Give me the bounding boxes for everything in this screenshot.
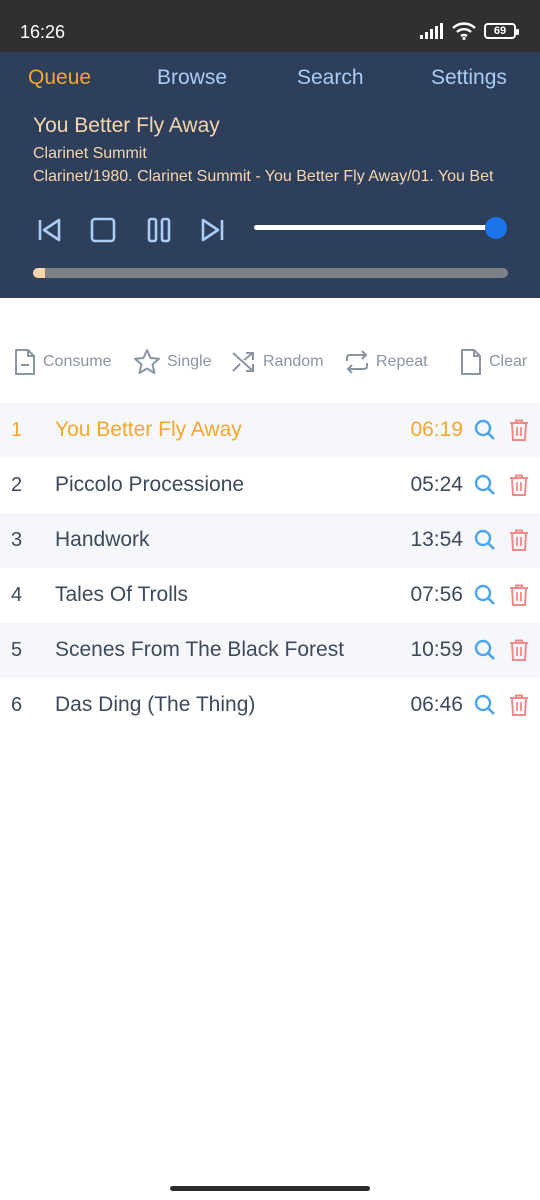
pause-icon	[147, 217, 171, 243]
track-title: Handwork	[55, 528, 150, 551]
pause-button[interactable]	[144, 215, 174, 245]
stop-icon	[90, 217, 116, 243]
tab-queue[interactable]: Queue	[28, 66, 91, 90]
repeat-label: Repeat	[376, 353, 428, 370]
track-title: Piccolo Processione	[55, 473, 245, 496]
skip-next-icon	[201, 218, 224, 242]
trash-icon[interactable]	[509, 639, 529, 661]
home-indicator[interactable]	[170, 1186, 370, 1191]
trash-icon[interactable]	[509, 419, 529, 441]
shuffle-icon	[232, 352, 254, 372]
track-duration: 10:59	[410, 638, 463, 661]
queue-row[interactable]: 5 Scenes From The Black Forest 10:59	[0, 623, 540, 678]
document-icon	[461, 349, 481, 375]
queue-row[interactable]: 3 Handwork 13:54	[0, 513, 540, 568]
top-nav: Queue Browse Search Settings	[0, 66, 540, 96]
track-title: Tales Of Trolls	[55, 583, 189, 606]
queue-row[interactable]: 1 You Better Fly Away 06:19	[0, 403, 540, 458]
search-icon[interactable]	[474, 474, 496, 496]
wifi-icon	[452, 22, 476, 40]
repeat-icon	[346, 350, 368, 374]
playback-progress-fill	[33, 268, 45, 278]
playback-progress-bar[interactable]	[33, 268, 508, 278]
signal-icon	[420, 23, 443, 39]
random-label: Random	[263, 353, 324, 370]
queue-list: 1 You Better Fly Away 06:19 2 Piccolo Pr…	[0, 403, 540, 733]
tab-browse[interactable]: Browse	[157, 66, 227, 90]
consume-label: Consume	[43, 353, 112, 370]
clear-label: Clear	[489, 353, 528, 370]
track-number: 2	[11, 474, 23, 496]
track-duration: 05:24	[410, 473, 463, 496]
queue-row[interactable]: 4 Tales Of Trolls 07:56	[0, 568, 540, 623]
now-playing-artist: Clarinet Summit	[33, 145, 147, 162]
battery-icon: 69	[484, 23, 519, 39]
skip-previous-icon	[38, 218, 61, 242]
track-title: Scenes From The Black Forest	[55, 638, 345, 661]
document-minus-icon	[15, 349, 35, 375]
search-icon[interactable]	[474, 694, 496, 716]
queue-mode-toolbar: Consume Single Random Repeat Clear	[0, 342, 540, 382]
track-number: 4	[11, 584, 23, 606]
system-icons: 69	[420, 22, 519, 40]
search-icon[interactable]	[474, 419, 496, 441]
track-duration: 13:54	[410, 528, 463, 551]
trash-icon[interactable]	[509, 694, 529, 716]
consume-button[interactable]: Consume	[13, 342, 111, 382]
playback-controls	[34, 210, 228, 250]
status-time: 16:26	[20, 22, 66, 42]
repeat-button[interactable]: Repeat	[344, 342, 428, 382]
queue-row[interactable]: 6 Das Ding (The Thing) 06:46	[0, 678, 540, 733]
track-number: 5	[11, 639, 23, 661]
status-bar: 16:26 69	[0, 0, 540, 52]
track-number: 6	[11, 694, 23, 716]
tab-search[interactable]: Search	[297, 66, 364, 90]
battery-level: 69	[493, 25, 507, 37]
stop-button[interactable]	[88, 215, 118, 245]
track-number: 1	[11, 419, 23, 441]
track-title: Das Ding (The Thing)	[55, 693, 256, 716]
trash-icon[interactable]	[509, 474, 529, 496]
trash-icon[interactable]	[509, 584, 529, 606]
search-icon[interactable]	[474, 529, 496, 551]
tab-settings[interactable]: Settings	[431, 66, 507, 90]
queue-row[interactable]: 2 Piccolo Processione 05:24	[0, 458, 540, 513]
volume-slider-handle[interactable]	[485, 217, 507, 239]
single-label: Single	[167, 353, 212, 370]
random-button[interactable]: Random	[231, 342, 323, 382]
track-number: 3	[11, 529, 23, 551]
track-title: You Better Fly Away	[55, 418, 242, 441]
search-icon[interactable]	[474, 584, 496, 606]
star-icon	[134, 349, 160, 374]
now-playing-title: You Better Fly Away	[33, 114, 220, 137]
trash-icon[interactable]	[509, 529, 529, 551]
track-duration: 07:56	[410, 583, 463, 606]
player-header: Queue Browse Search Settings You Better …	[0, 52, 540, 298]
now-playing-path: Clarinet/1980. Clarinet Summit - You Bet…	[33, 168, 494, 185]
track-duration: 06:19	[410, 418, 463, 441]
previous-button[interactable]	[34, 215, 64, 245]
single-button[interactable]: Single	[133, 342, 211, 382]
search-icon[interactable]	[474, 639, 496, 661]
next-button[interactable]	[198, 215, 228, 245]
clear-button[interactable]: Clear	[459, 342, 527, 382]
track-duration: 06:46	[410, 693, 463, 716]
volume-slider[interactable]	[254, 225, 496, 230]
